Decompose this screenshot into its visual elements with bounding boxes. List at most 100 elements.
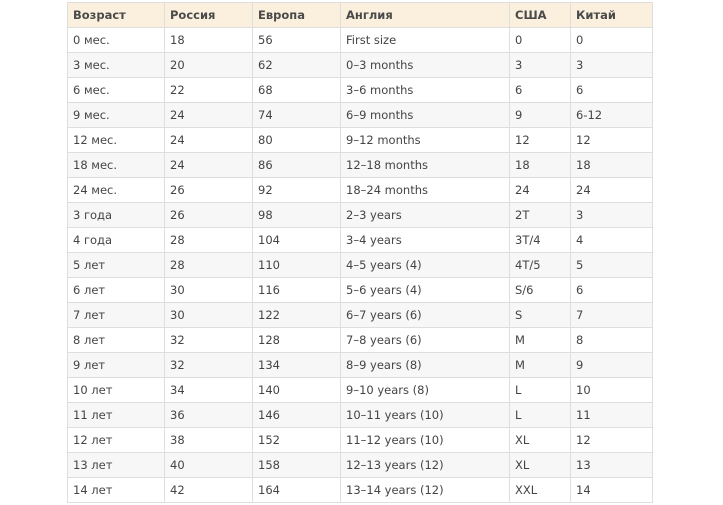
table-row: 3 года 26 98 2–3 years 2T 3 [67, 202, 653, 228]
cell-russia: 40 [164, 452, 253, 478]
cell-russia: 26 [164, 202, 253, 228]
cell-russia: 24 [164, 127, 253, 153]
cell-europe: 110 [252, 252, 341, 278]
cell-england: 9–12 months [340, 127, 510, 153]
cell-china: 5 [570, 252, 653, 278]
cell-europe: 140 [252, 377, 341, 403]
cell-usa: 2T [509, 202, 571, 228]
cell-england: 0–3 months [340, 52, 510, 78]
cell-china: 3 [570, 52, 653, 78]
table-row: 24 мес. 26 92 18–24 months 24 24 [67, 177, 653, 203]
cell-china: 9 [570, 352, 653, 378]
cell-usa: L [509, 402, 571, 428]
cell-england: 6–9 months [340, 102, 510, 128]
cell-russia: 34 [164, 377, 253, 403]
cell-usa: XL [509, 452, 571, 478]
cell-age: 0 мес. [67, 27, 165, 53]
cell-england: 12–13 years (12) [340, 452, 510, 478]
table-row: 0 мес. 18 56 First size 0 0 [67, 27, 653, 53]
cell-china: 0 [570, 27, 653, 53]
cell-russia: 20 [164, 52, 253, 78]
table-row: 8 лет 32 128 7–8 years (6) M 8 [67, 327, 653, 353]
cell-age: 9 мес. [67, 102, 165, 128]
cell-england: 9–10 years (8) [340, 377, 510, 403]
cell-china: 6 [570, 77, 653, 103]
cell-europe: 80 [252, 127, 341, 153]
cell-usa: 6 [509, 77, 571, 103]
cell-europe: 104 [252, 227, 341, 253]
cell-russia: 32 [164, 352, 253, 378]
table-row: 18 мес. 24 86 12–18 months 18 18 [67, 152, 653, 178]
cell-age: 6 лет [67, 277, 165, 303]
size-table: Возраст Россия Европа Англия США Китай 0… [67, 2, 653, 503]
cell-europe: 134 [252, 352, 341, 378]
cell-usa: M [509, 327, 571, 353]
cell-usa: L [509, 377, 571, 403]
cell-england: 6–7 years (6) [340, 302, 510, 328]
cell-russia: 30 [164, 277, 253, 303]
cell-age: 11 лет [67, 402, 165, 428]
cell-europe: 62 [252, 52, 341, 78]
header-china: Китай [570, 2, 653, 28]
cell-usa: XL [509, 427, 571, 453]
cell-usa: XXL [509, 477, 571, 503]
cell-china: 10 [570, 377, 653, 403]
cell-england: 5–6 years (4) [340, 277, 510, 303]
cell-usa: M [509, 352, 571, 378]
cell-russia: 32 [164, 327, 253, 353]
cell-europe: 68 [252, 77, 341, 103]
cell-russia: 22 [164, 77, 253, 103]
cell-china: 13 [570, 452, 653, 478]
cell-china: 6 [570, 277, 653, 303]
cell-russia: 36 [164, 402, 253, 428]
table-row: 4 года 28 104 3–4 years 3T/4 4 [67, 227, 653, 253]
cell-usa: 0 [509, 27, 571, 53]
cell-china: 3 [570, 202, 653, 228]
cell-age: 6 мес. [67, 77, 165, 103]
cell-england: 2–3 years [340, 202, 510, 228]
header-england: Англия [340, 2, 510, 28]
cell-usa: 3 [509, 52, 571, 78]
table-row: 3 мес. 20 62 0–3 months 3 3 [67, 52, 653, 78]
cell-usa: S [509, 302, 571, 328]
table-row: 6 мес. 22 68 3–6 months 6 6 [67, 77, 653, 103]
header-russia: Россия [164, 2, 253, 28]
cell-usa: 9 [509, 102, 571, 128]
table-row: 9 лет 32 134 8–9 years (8) M 9 [67, 352, 653, 378]
cell-england: 11–12 years (10) [340, 427, 510, 453]
cell-usa: 3T/4 [509, 227, 571, 253]
table-row: 10 лет 34 140 9–10 years (8) L 10 [67, 377, 653, 403]
table-header-row: Возраст Россия Европа Англия США Китай [67, 2, 653, 28]
cell-europe: 56 [252, 27, 341, 53]
cell-age: 12 мес. [67, 127, 165, 153]
cell-age: 3 года [67, 202, 165, 228]
cell-china: 18 [570, 152, 653, 178]
cell-china: 12 [570, 427, 653, 453]
cell-age: 3 мес. [67, 52, 165, 78]
cell-europe: 152 [252, 427, 341, 453]
cell-england: First size [340, 27, 510, 53]
header-europe: Европа [252, 2, 341, 28]
cell-russia: 18 [164, 27, 253, 53]
table-row: 12 мес. 24 80 9–12 months 12 12 [67, 127, 653, 153]
cell-usa: 24 [509, 177, 571, 203]
table-row: 13 лет 40 158 12–13 years (12) XL 13 [67, 452, 653, 478]
cell-china: 24 [570, 177, 653, 203]
cell-europe: 122 [252, 302, 341, 328]
cell-age: 10 лет [67, 377, 165, 403]
cell-england: 3–4 years [340, 227, 510, 253]
cell-europe: 164 [252, 477, 341, 503]
cell-china: 8 [570, 327, 653, 353]
cell-england: 13–14 years (12) [340, 477, 510, 503]
table-row: 6 лет 30 116 5–6 years (4) S/6 6 [67, 277, 653, 303]
cell-england: 3–6 months [340, 77, 510, 103]
size-chart: Возраст Россия Европа Англия США Китай 0… [67, 2, 653, 503]
cell-age: 13 лет [67, 452, 165, 478]
table-row: 12 лет 38 152 11–12 years (10) XL 12 [67, 427, 653, 453]
cell-russia: 24 [164, 102, 253, 128]
table-row: 11 лет 36 146 10–11 years (10) L 11 [67, 402, 653, 428]
cell-age: 24 мес. [67, 177, 165, 203]
cell-usa: 12 [509, 127, 571, 153]
cell-england: 10–11 years (10) [340, 402, 510, 428]
cell-age: 9 лет [67, 352, 165, 378]
